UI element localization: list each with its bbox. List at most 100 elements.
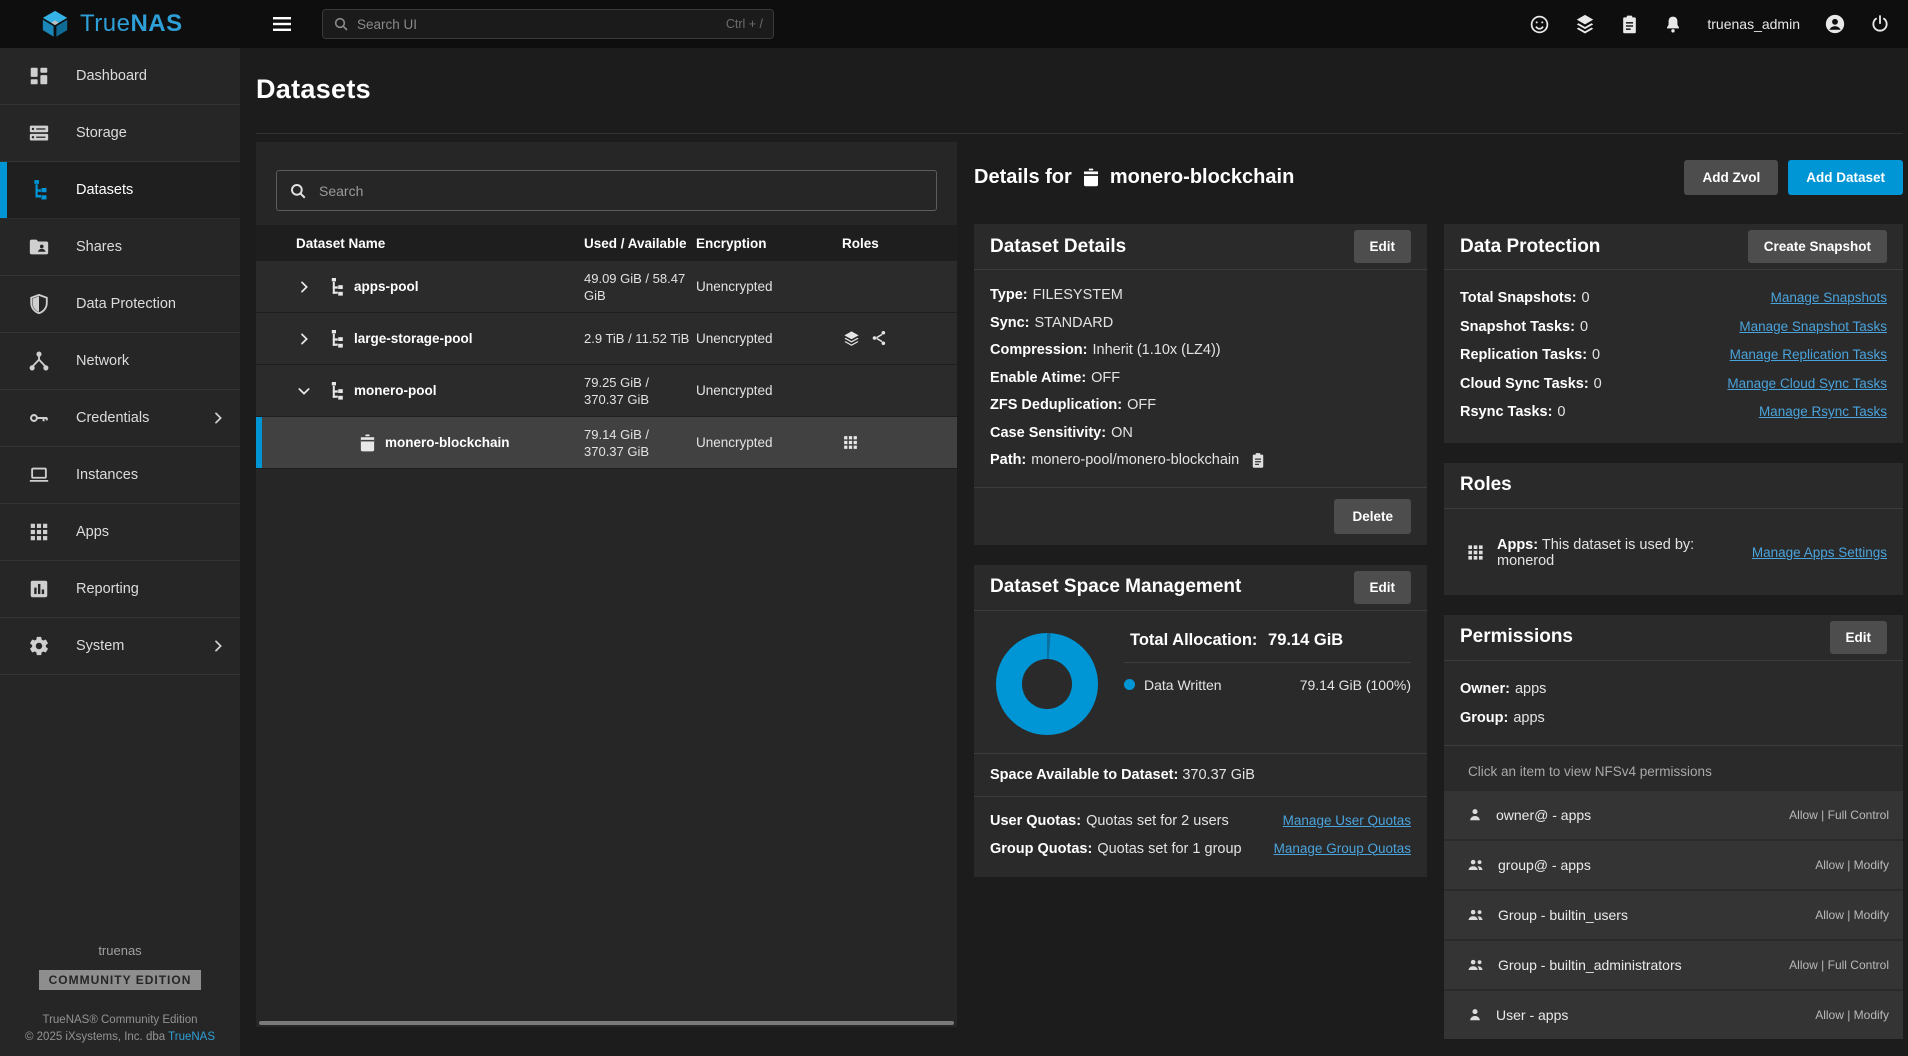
people-icon <box>1466 906 1486 924</box>
table-row-apps-pool[interactable]: apps-pool 49.09 GiB / 58.47 GiB Unencryp… <box>256 261 957 313</box>
group-row: Group:apps <box>1460 704 1887 733</box>
sidebar-item-shares[interactable]: Shares <box>0 219 240 276</box>
details-title: Details for monero-blockchain <box>974 166 1294 189</box>
expand-chevron-icon[interactable] <box>296 331 318 347</box>
power-icon[interactable] <box>1870 14 1890 34</box>
sidebar-item-credentials[interactable]: Credentials <box>0 390 240 447</box>
sidebar-item-system[interactable]: System <box>0 618 240 675</box>
hostname-label: truenas <box>0 943 240 958</box>
space-management-edit-button[interactable]: Edit <box>1354 571 1412 604</box>
search-icon <box>333 16 349 32</box>
total-allocation: Total Allocation: 79.14 GiB <box>1124 631 1411 663</box>
laptop-icon <box>28 464 52 486</box>
notifications-bell-icon[interactable] <box>1663 14 1683 35</box>
manage-replication-tasks-link[interactable]: Manage Replication Tasks <box>1730 341 1887 370</box>
manage-snapshots-link[interactable]: Manage Snapshots <box>1771 284 1887 313</box>
person-icon <box>1466 1006 1484 1024</box>
bar-chart-icon <box>28 578 52 600</box>
truenas-logo-icon <box>40 9 70 39</box>
account-icon[interactable] <box>1824 13 1846 35</box>
dataset-tree-icon <box>326 277 346 297</box>
dataset-icon <box>1081 167 1101 187</box>
manage-cloud-sync-tasks-link[interactable]: Manage Cloud Sync Tasks <box>1727 370 1887 399</box>
manage-apps-settings-link[interactable]: Manage Apps Settings <box>1752 545 1887 560</box>
expand-chevron-icon[interactable] <box>296 279 318 295</box>
chevron-right-icon <box>210 410 226 426</box>
datasets-tree-icon <box>28 179 52 201</box>
field-type-: Type: FILESYSTEM <box>990 282 1411 310</box>
dp-row-snapshot-tasks-: Snapshot Tasks: 0 Manage Snapshot Tasks <box>1460 313 1887 342</box>
shield-icon <box>28 293 52 315</box>
sidebar-item-dashboard[interactable]: Dashboard <box>0 48 240 105</box>
truenas-footer-link[interactable]: TrueNAS <box>168 1031 215 1043</box>
truenas-logo-text: TrueNAS <box>80 10 183 38</box>
permission-item-owner-apps[interactable]: owner@ - apps Allow | Full Control <box>1444 791 1903 839</box>
title-divider <box>256 133 1903 134</box>
data-protection-title: Data Protection <box>1460 236 1600 258</box>
sidebar-item-datasets[interactable]: Datasets <box>0 162 240 219</box>
dataset-details-card: Dataset Details Edit Type: FILESYSTEM Sy… <box>974 224 1427 545</box>
legend-dot <box>1124 679 1135 690</box>
copy-path-icon[interactable] <box>1250 452 1266 469</box>
space-available: Space Available to Dataset: 370.37 GiB <box>974 754 1427 796</box>
dataset-search-box[interactable] <box>276 170 937 211</box>
manage-user-quotas-link[interactable]: Manage User Quotas <box>1283 807 1411 835</box>
dp-row-cloud-sync-tasks-: Cloud Sync Tasks: 0 Manage Cloud Sync Ta… <box>1460 370 1887 399</box>
dataset-delete-button[interactable]: Delete <box>1334 499 1411 534</box>
field-path-: Path: monero-pool/monero-blockchain <box>990 447 1411 475</box>
permission-item-group-apps[interactable]: group@ - apps Allow | Modify <box>1444 841 1903 889</box>
global-search-input[interactable] <box>357 17 726 32</box>
owner-row: Owner:apps <box>1460 675 1887 704</box>
manage-group-quotas-link[interactable]: Manage Group Quotas <box>1274 835 1411 863</box>
permission-item-group-builtin-administrators[interactable]: Group - builtin_administrators Allow | F… <box>1444 941 1903 989</box>
people-icon <box>1466 956 1486 974</box>
field-enable-atime-: Enable Atime: OFF <box>990 365 1411 393</box>
field-zfs-deduplication-: ZFS Deduplication: OFF <box>990 392 1411 420</box>
encryption-value: Unencrypted <box>696 279 842 294</box>
add-dataset-button[interactable]: Add Dataset <box>1788 160 1903 195</box>
username-label: truenas_admin <box>1707 16 1800 32</box>
roles-title: Roles <box>1460 474 1512 496</box>
space-management-card: Dataset Space Management Edit Total Allo… <box>974 565 1427 877</box>
space-donut-chart <box>996 633 1098 735</box>
sidebar-item-apps[interactable]: Apps <box>0 504 240 561</box>
menu-toggle-icon[interactable] <box>270 12 294 36</box>
sidebar-item-network[interactable]: Network <box>0 333 240 390</box>
apps-role-icon <box>842 434 859 451</box>
global-search[interactable]: Ctrl + / <box>322 9 774 39</box>
sidebar-item-storage[interactable]: Storage <box>0 105 240 162</box>
dataset-icon <box>358 433 377 452</box>
sidebar-item-instances[interactable]: Instances <box>0 447 240 504</box>
feedback-smiley-icon[interactable] <box>1529 14 1550 35</box>
manage-snapshot-tasks-link[interactable]: Manage Snapshot Tasks <box>1739 313 1887 342</box>
roles-cell <box>842 329 957 348</box>
search-icon <box>289 182 307 200</box>
collapse-chevron-icon[interactable] <box>296 383 318 399</box>
permission-item-group-builtin-users[interactable]: Group - builtin_users Allow | Modify <box>1444 891 1903 939</box>
used-available-value: 2.9 TiB / 11.52 TiB <box>584 330 696 347</box>
create-snapshot-button[interactable]: Create Snapshot <box>1748 230 1887 263</box>
permissions-edit-button[interactable]: Edit <box>1830 621 1888 654</box>
truenas-logo[interactable]: TrueNAS <box>0 9 240 39</box>
table-header: Dataset Name Used / Available Encryption… <box>256 225 957 261</box>
jobs-clipboard-icon[interactable] <box>1620 14 1639 35</box>
dataset-details-edit-button[interactable]: Edit <box>1354 230 1412 263</box>
table-row-monero-blockchain[interactable]: monero-blockchain 79.14 GiB /370.37 GiB … <box>256 417 957 469</box>
field-sync-: Sync: STANDARD <box>990 310 1411 338</box>
table-row-large-storage-pool[interactable]: large-storage-pool 2.9 TiB / 11.52 TiB U… <box>256 313 957 365</box>
dataset-search-input[interactable] <box>319 183 924 199</box>
column-encryption: Encryption <box>696 236 842 251</box>
apps-grid-icon <box>28 521 52 543</box>
table-row-monero-pool[interactable]: monero-pool 79.25 GiB /370.37 GiB Unencr… <box>256 365 957 417</box>
space-management-title: Dataset Space Management <box>990 576 1241 598</box>
add-zvol-button[interactable]: Add Zvol <box>1684 160 1778 195</box>
manage-rsync-tasks-link[interactable]: Manage Rsync Tasks <box>1759 398 1887 427</box>
sidebar: Dashboard Storage Datasets Shares Data P… <box>0 48 240 1056</box>
folder-shared-icon <box>28 236 52 258</box>
truecommand-icon[interactable] <box>1574 13 1596 35</box>
horizontal-scrollbar[interactable] <box>259 1021 954 1025</box>
sidebar-item-data-protection[interactable]: Data Protection <box>0 276 240 333</box>
field-compression-: Compression: Inherit (1.10x (LZ4)) <box>990 337 1411 365</box>
sidebar-item-reporting[interactable]: Reporting <box>0 561 240 618</box>
permission-item-user-apps[interactable]: User - apps Allow | Modify <box>1444 991 1903 1039</box>
